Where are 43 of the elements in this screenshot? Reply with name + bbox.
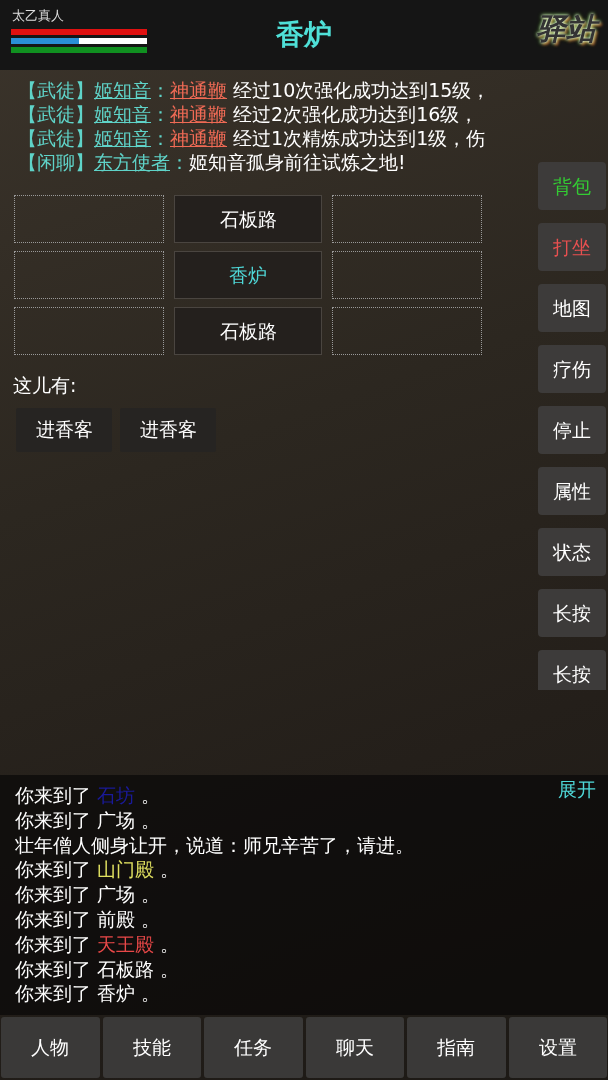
- chat-message: 【武徒】姬知音：神通鞭 经过2次强化成功达到16级，: [17, 102, 480, 126]
- npc-button[interactable]: 进香客: [16, 407, 112, 452]
- tab-button[interactable]: 指南: [407, 1017, 506, 1078]
- log-line: 你来到了 石板路 。: [15, 956, 180, 982]
- side-button[interactable]: 属性: [538, 467, 606, 515]
- map-exit[interactable]: 石板路: [174, 307, 322, 355]
- log-line: 你来到了 广场 。: [15, 882, 161, 907]
- side-button[interactable]: 长按: [538, 589, 606, 637]
- expand-link[interactable]: 展开: [558, 775, 596, 804]
- player-link[interactable]: 东方使者: [94, 151, 170, 173]
- map-exit[interactable]: 石板路: [174, 195, 322, 243]
- player-link[interactable]: 姬知音: [94, 103, 151, 125]
- location-title: 香炉: [276, 17, 332, 53]
- section-label: 这儿有:: [13, 373, 78, 398]
- npc-button[interactable]: 进香客: [120, 407, 216, 452]
- log-line: 壮年僧人侧身让开，说道：师兄辛苦了，请进。: [15, 832, 414, 858]
- log-line: 你来到了 广场 。: [15, 807, 161, 833]
- tab-button[interactable]: 聊天: [305, 1017, 404, 1078]
- item-link[interactable]: 神通鞭: [170, 79, 227, 101]
- log-line: 你来到了 石坊 。: [15, 783, 161, 808]
- tab-button[interactable]: 人物: [1, 1017, 100, 1078]
- tab-button[interactable]: 技能: [102, 1017, 201, 1078]
- side-button[interactable]: 状态: [538, 528, 606, 576]
- side-button[interactable]: 长按: [538, 650, 606, 690]
- log-line: 你来到了 香炉 。: [15, 981, 161, 1007]
- item-link[interactable]: 神通鞭: [170, 127, 227, 149]
- player-link[interactable]: 姬知音: [94, 79, 151, 101]
- player-link[interactable]: 姬知音: [94, 127, 151, 149]
- side-button[interactable]: 地图: [538, 284, 606, 332]
- log-line: 你来到了 前殿 。: [15, 907, 161, 932]
- side-button[interactable]: 停止: [538, 406, 606, 454]
- side-button[interactable]: 疗伤: [538, 345, 606, 393]
- log-line: 你来到了 山门殿 。: [15, 857, 180, 883]
- log-line: 你来到了 天王殿 。: [15, 931, 180, 957]
- tab-button[interactable]: 任务: [204, 1017, 303, 1078]
- item-link[interactable]: 神通鞭: [170, 103, 227, 125]
- side-button[interactable]: 背包: [538, 162, 606, 210]
- chat-message: 【武徒】姬知音：神通鞭 经过1次精炼成功达到1级，伤: [17, 126, 487, 150]
- chat-message: 【闲聊】东方使者：姬知音孤身前往试炼之地!: [17, 150, 407, 174]
- player-name: 太乙真人: [12, 7, 64, 25]
- chat-message: 【武徒】姬知音：神通鞭 经过10次强化成功达到15级，: [17, 78, 492, 102]
- map-exit[interactable]: 香炉: [174, 251, 322, 299]
- tab-button[interactable]: 设置: [508, 1017, 607, 1078]
